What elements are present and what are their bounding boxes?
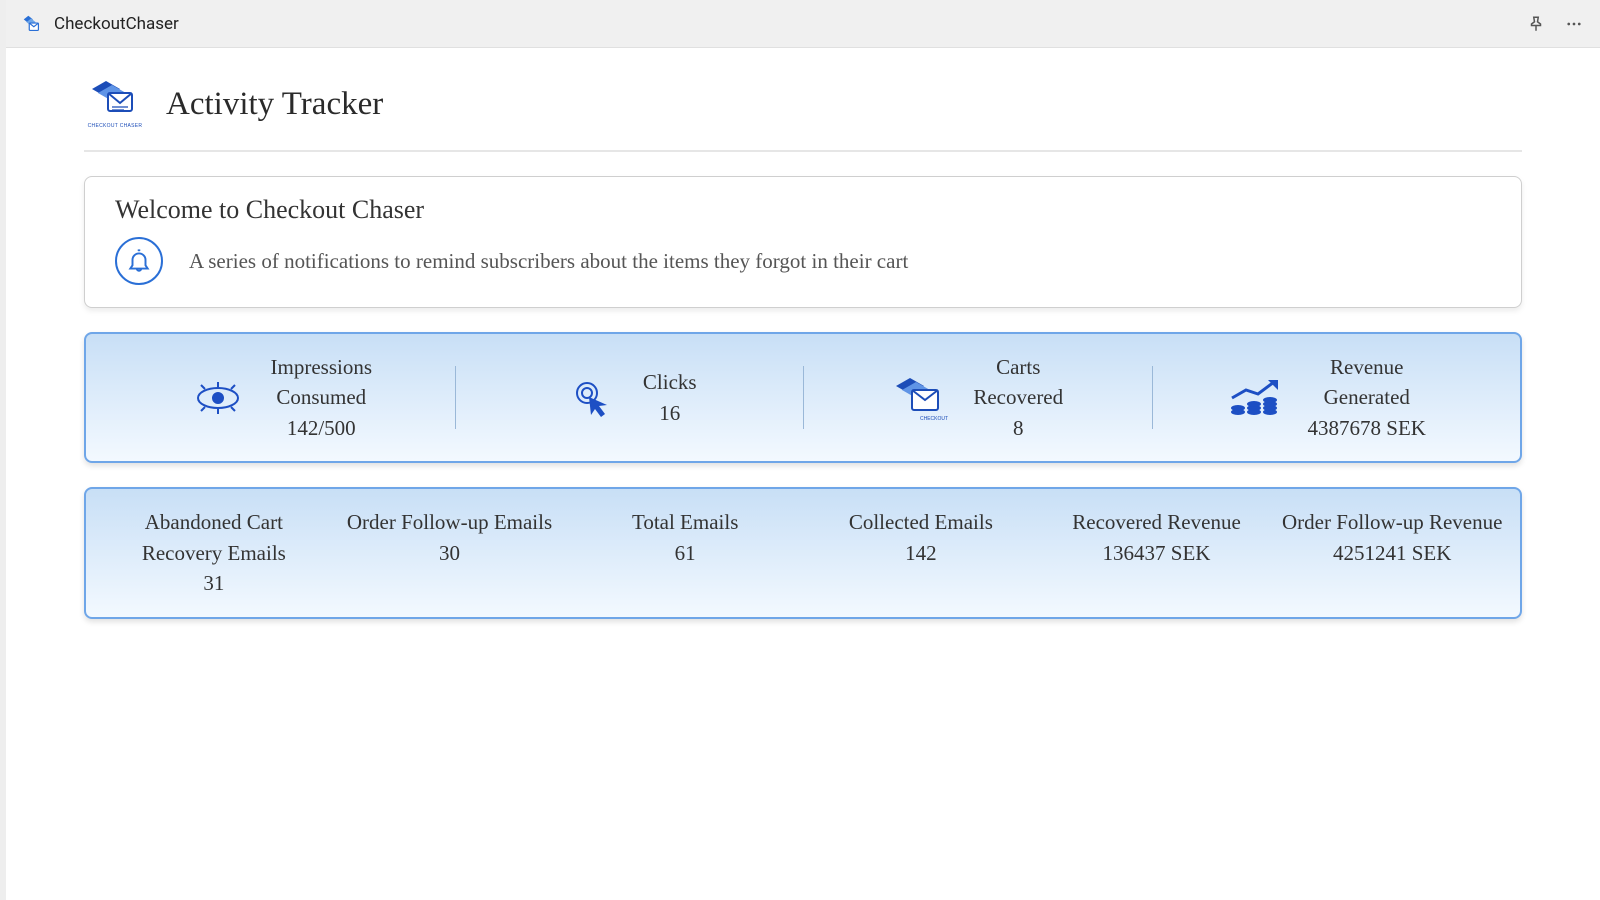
email-stat-followup: Order Follow-up Emails 30 bbox=[332, 507, 568, 598]
metric-impressions: Impressions Consumed 142/500 bbox=[106, 352, 455, 443]
metric-label: Revenue bbox=[1308, 352, 1426, 382]
click-icon bbox=[561, 374, 619, 422]
stat-label: Collected Emails bbox=[809, 507, 1033, 537]
email-stat-collected: Collected Emails 142 bbox=[803, 507, 1039, 598]
more-icon[interactable] bbox=[1562, 12, 1586, 36]
metric-carts: CHECKOUT CHASER Carts Recovered 8 bbox=[803, 352, 1152, 443]
metric-label: Consumed bbox=[271, 382, 373, 412]
metric-value: 4387678 SEK bbox=[1308, 413, 1426, 443]
header-logo-icon: CHECKOUT CHASER bbox=[84, 76, 146, 132]
titlebar: CheckoutChaser bbox=[6, 0, 1600, 48]
cart-recovery-icon: CHECKOUT CHASER bbox=[891, 374, 949, 422]
svg-text:CHECKOUT CHASER: CHECKOUT CHASER bbox=[920, 416, 948, 422]
revenue-growth-icon bbox=[1226, 374, 1284, 422]
app-title: CheckoutChaser bbox=[54, 14, 179, 34]
stat-label: Abandoned Cart Recovery Emails bbox=[102, 507, 326, 568]
content-area: CHECKOUT CHASER Activity Tracker Welcome… bbox=[6, 48, 1600, 900]
welcome-description: A series of notifications to remind subs… bbox=[189, 249, 908, 274]
metrics-panel: Impressions Consumed 142/500 Cl bbox=[84, 332, 1522, 463]
metric-label: Carts bbox=[973, 352, 1063, 382]
stat-label: Order Follow-up Revenue bbox=[1280, 507, 1504, 537]
welcome-card: Welcome to Checkout Chaser A series of n… bbox=[84, 176, 1522, 308]
metric-label: Clicks bbox=[643, 367, 697, 397]
stat-label: Recovered Revenue bbox=[1045, 507, 1269, 537]
metric-label: Recovered bbox=[973, 382, 1063, 412]
metric-label: Impressions bbox=[271, 352, 373, 382]
email-stats-panel: Abandoned Cart Recovery Emails 31 Order … bbox=[84, 487, 1522, 618]
stat-value: 142 bbox=[809, 538, 1033, 568]
eye-icon bbox=[189, 374, 247, 422]
email-stat-fu-revenue: Order Follow-up Revenue 4251241 SEK bbox=[1274, 507, 1510, 598]
stat-value: 31 bbox=[102, 568, 326, 598]
stat-label: Order Follow-up Emails bbox=[338, 507, 562, 537]
metric-clicks: Clicks 16 bbox=[455, 352, 804, 443]
metric-label: Generated bbox=[1308, 382, 1426, 412]
email-stat-total: Total Emails 61 bbox=[567, 507, 803, 598]
metric-value: 8 bbox=[973, 413, 1063, 443]
email-stat-recovered: Recovered Revenue 136437 SEK bbox=[1039, 507, 1275, 598]
metric-value: 16 bbox=[643, 398, 697, 428]
email-stat-abandoned: Abandoned Cart Recovery Emails 31 bbox=[96, 507, 332, 598]
page-title: Activity Tracker bbox=[166, 86, 383, 123]
header-logo-caption: CHECKOUT CHASER bbox=[88, 123, 143, 129]
app-logo-icon bbox=[20, 12, 44, 36]
stat-value: 136437 SEK bbox=[1045, 538, 1269, 568]
page-header: CHECKOUT CHASER Activity Tracker bbox=[84, 76, 1522, 152]
bell-icon bbox=[115, 237, 163, 285]
welcome-title: Welcome to Checkout Chaser bbox=[115, 195, 1491, 225]
stat-value: 30 bbox=[338, 538, 562, 568]
pin-icon[interactable] bbox=[1524, 12, 1548, 36]
stat-value: 4251241 SEK bbox=[1280, 538, 1504, 568]
metric-value: 142/500 bbox=[271, 413, 373, 443]
stat-value: 61 bbox=[573, 538, 797, 568]
metric-revenue: Revenue Generated 4387678 SEK bbox=[1152, 352, 1501, 443]
stat-label: Total Emails bbox=[573, 507, 797, 537]
